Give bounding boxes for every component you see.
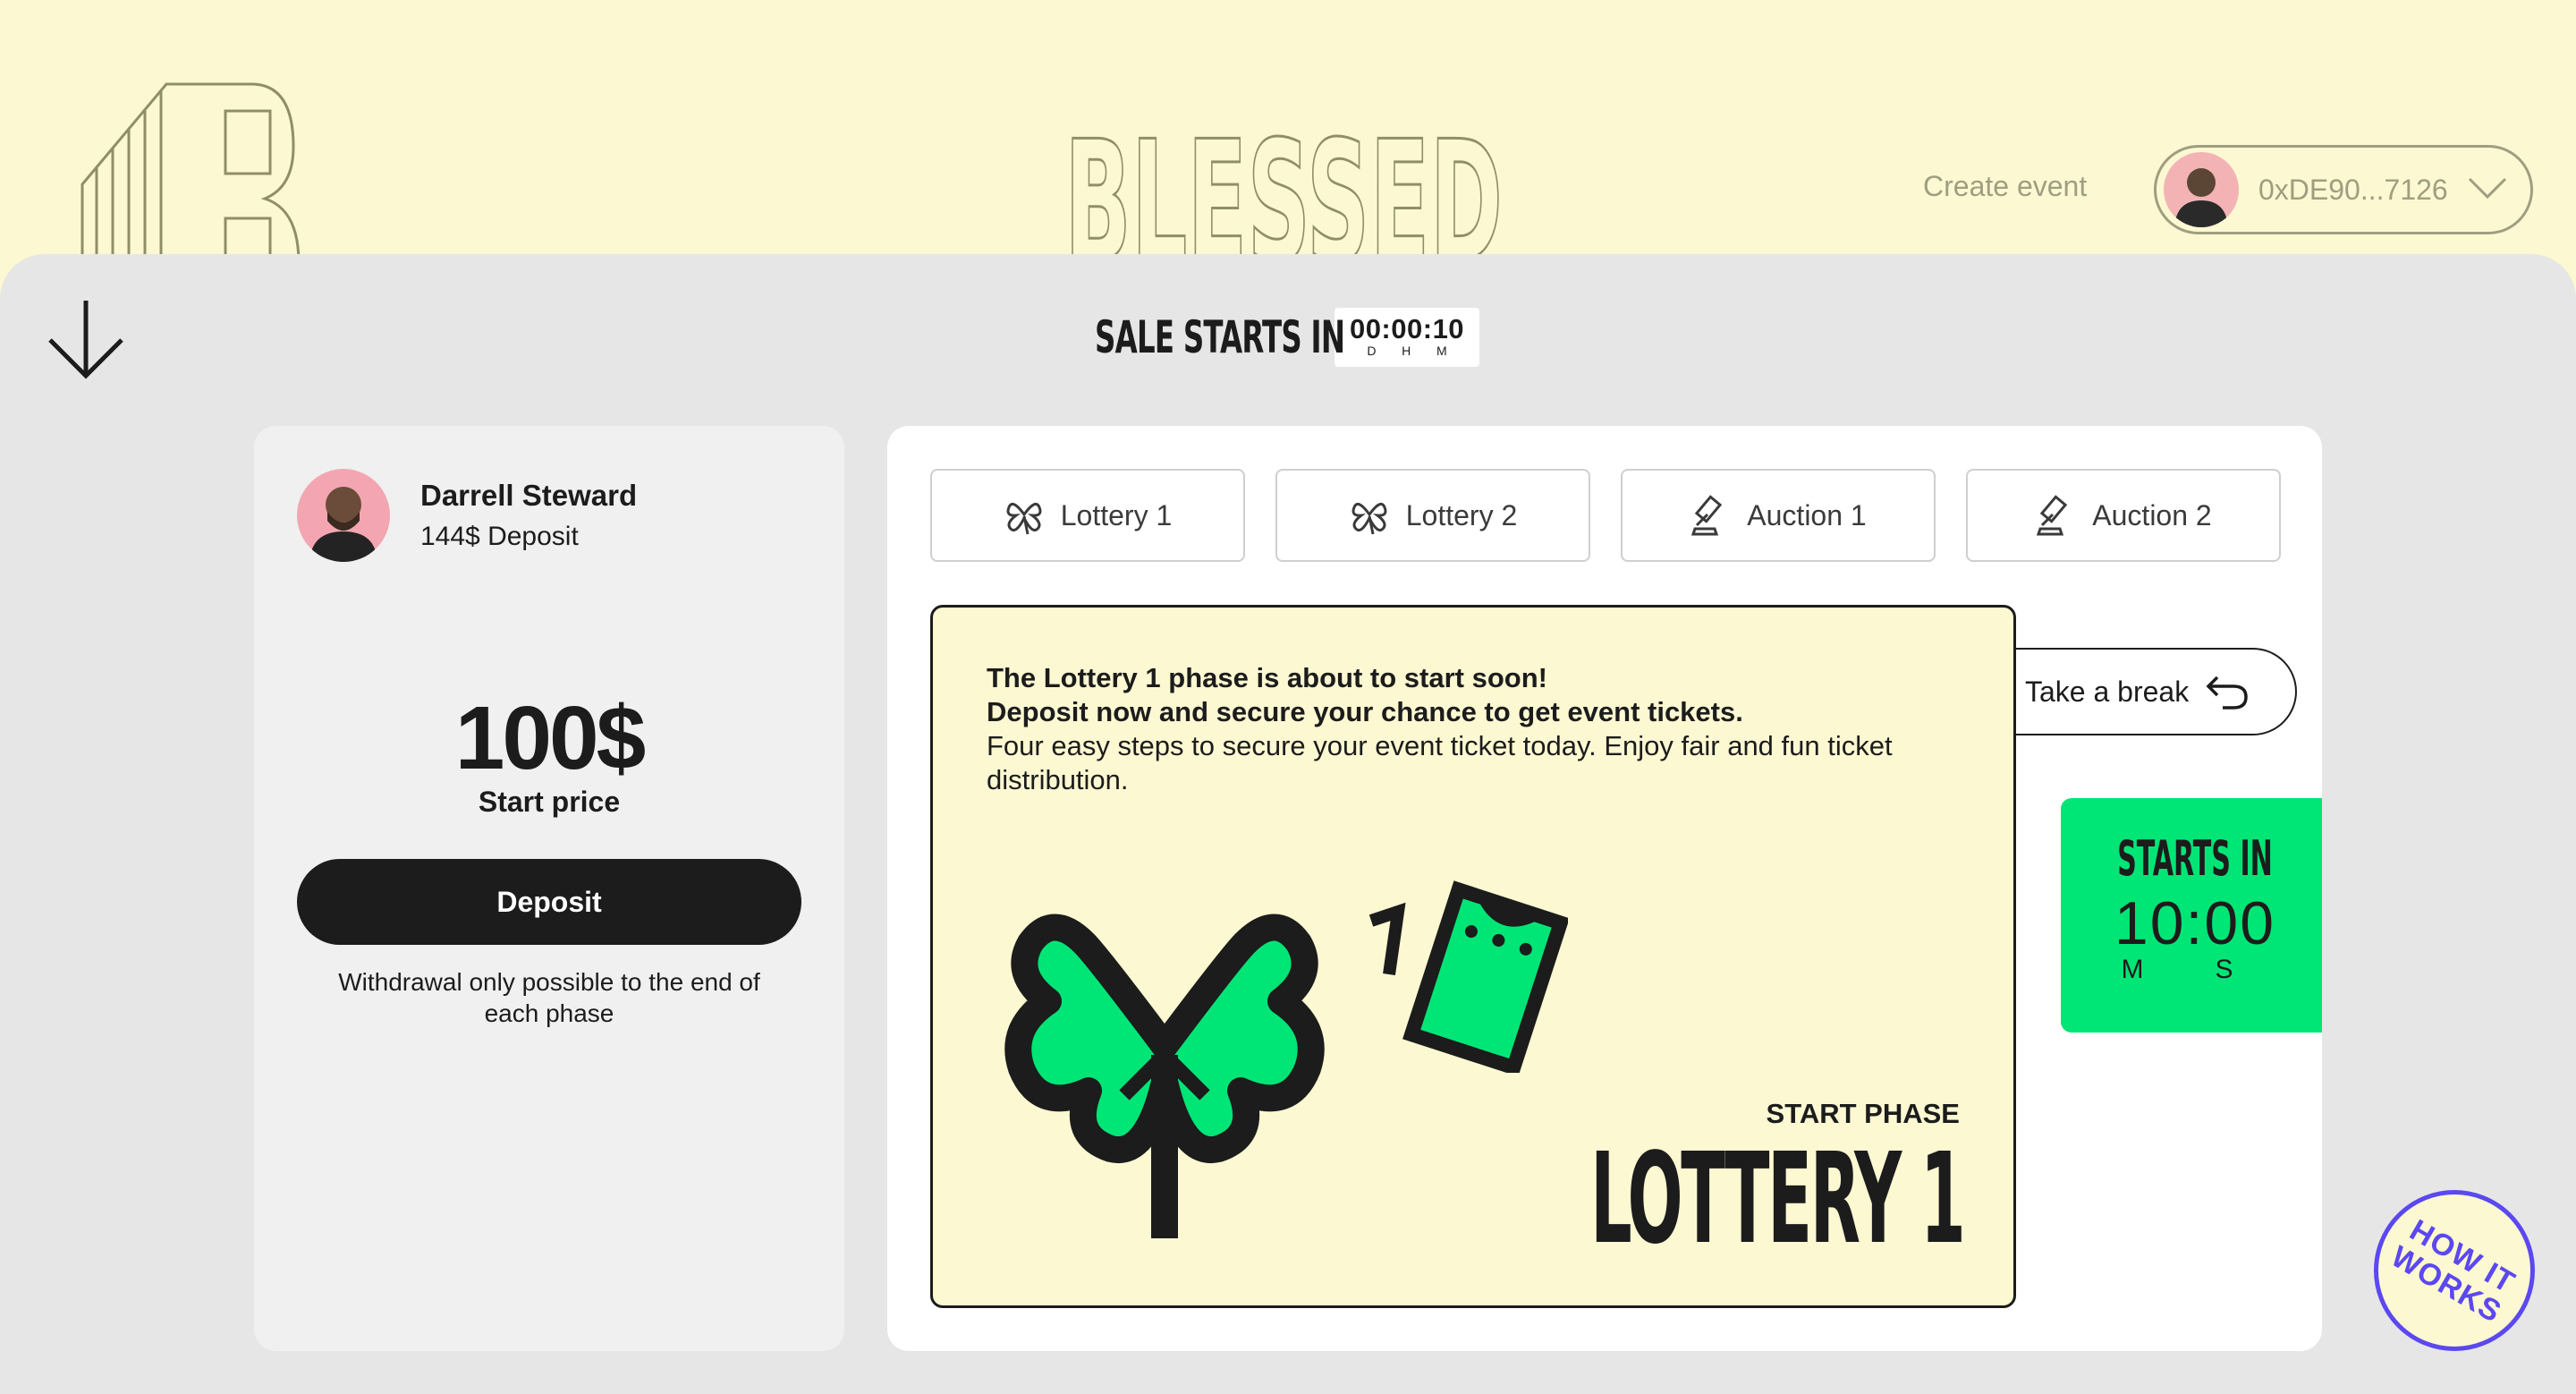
tab-label: Auction 1 — [1747, 498, 1867, 531]
countdown-value: 10:00 — [2114, 889, 2276, 957]
how-it-works-label: HOW IT WORKS — [2385, 1212, 2521, 1330]
timer-unit-m: M — [1436, 344, 1447, 358]
avatar — [297, 469, 390, 562]
phase-body: Four easy steps to secure your event tic… — [987, 730, 1893, 795]
tab-label: Lottery 2 — [1405, 498, 1518, 531]
tab-label: Lottery 1 — [1060, 498, 1173, 531]
countdown-title: STARTS IN — [2117, 830, 2273, 887]
gavel-icon — [2037, 495, 2068, 536]
wallet-address: 0xDE90...7126 — [2258, 173, 2448, 206]
phase-panel: Lottery 1 Lottery 2 Auction 1 Auction 2 … — [887, 426, 2322, 1351]
gavel-icon — [1691, 495, 1723, 536]
sale-timer: 00:00:10 D H M — [1335, 308, 1479, 367]
brand-wordmark: BLESSED — [1064, 106, 1512, 258]
wallet-avatar — [2164, 152, 2239, 227]
user-name: Darrell Steward — [420, 479, 638, 512]
phase-name: LOTTERY 1 — [1589, 1126, 1966, 1272]
start-phase-label: START PHASE — [1766, 1098, 1960, 1129]
sale-title: SALE STARTS IN — [1095, 311, 1345, 363]
clover-illustration-icon — [999, 903, 1339, 1247]
brand-text: BLESSED — [1064, 106, 1503, 258]
arrow-down-icon[interactable] — [47, 299, 125, 386]
create-event-link[interactable]: Create event — [1923, 170, 2087, 203]
phase-countdown: STARTS IN 10:00 M S — [2061, 798, 2322, 1033]
tab-auction-2[interactable]: Auction 2 — [1966, 469, 2281, 562]
countdown-unit-m: M — [2121, 955, 2144, 984]
clover-icon — [1352, 502, 1387, 535]
return-arrow-icon — [2206, 676, 2248, 710]
withdrawal-note: Withdrawal only possible to the end of e… — [338, 968, 760, 1027]
chevron-down-icon — [2468, 175, 2507, 205]
logo-icon[interactable] — [77, 75, 301, 254]
tab-lottery-1[interactable]: Lottery 1 — [930, 469, 1245, 562]
main-sheet: SALE STARTS IN 00:00:10 D H M Darrell St… — [0, 254, 2576, 1394]
ticket-illustration-icon — [1353, 876, 1570, 1077]
phase-description: The Lottery 1 phase is about to start so… — [987, 661, 1917, 797]
phase-headline-2: Deposit now and secure your chance to ge… — [987, 696, 1743, 727]
phase-tabs: Lottery 1 Lottery 2 Auction 1 Auction 2 — [930, 469, 2281, 562]
break-label: Take a break — [2025, 675, 2190, 708]
sale-timer-value: 00:00:10 — [1349, 313, 1465, 344]
user-deposit: 144$ Deposit — [420, 522, 579, 551]
sale-countdown: SALE STARTS IN 00:00:10 D H M — [1095, 308, 1479, 367]
deposit-button[interactable]: Deposit — [297, 859, 801, 945]
tab-lottery-2[interactable]: Lottery 2 — [1275, 469, 1590, 562]
countdown-unit-s: S — [2215, 955, 2233, 984]
deposit-card: Darrell Steward 144$ Deposit 100$ Start … — [254, 426, 844, 1351]
phase-card: The Lottery 1 phase is about to start so… — [930, 605, 2016, 1308]
start-price-value: 100$ — [454, 688, 646, 788]
how-it-works-button[interactable]: HOW IT WORKS — [2374, 1190, 2535, 1351]
start-price-label: Start price — [478, 786, 621, 818]
timer-unit-h: H — [1402, 344, 1411, 358]
tab-label: Auction 2 — [2092, 498, 2212, 531]
timer-unit-d: D — [1367, 344, 1377, 358]
tab-auction-1[interactable]: Auction 1 — [1621, 469, 1936, 562]
user-profile: Darrell Steward 144$ Deposit — [297, 469, 637, 562]
wallet-button[interactable]: 0xDE90...7126 — [2154, 145, 2533, 234]
clover-icon — [1006, 502, 1042, 535]
phase-headline-1: The Lottery 1 phase is about to start so… — [987, 662, 1547, 693]
